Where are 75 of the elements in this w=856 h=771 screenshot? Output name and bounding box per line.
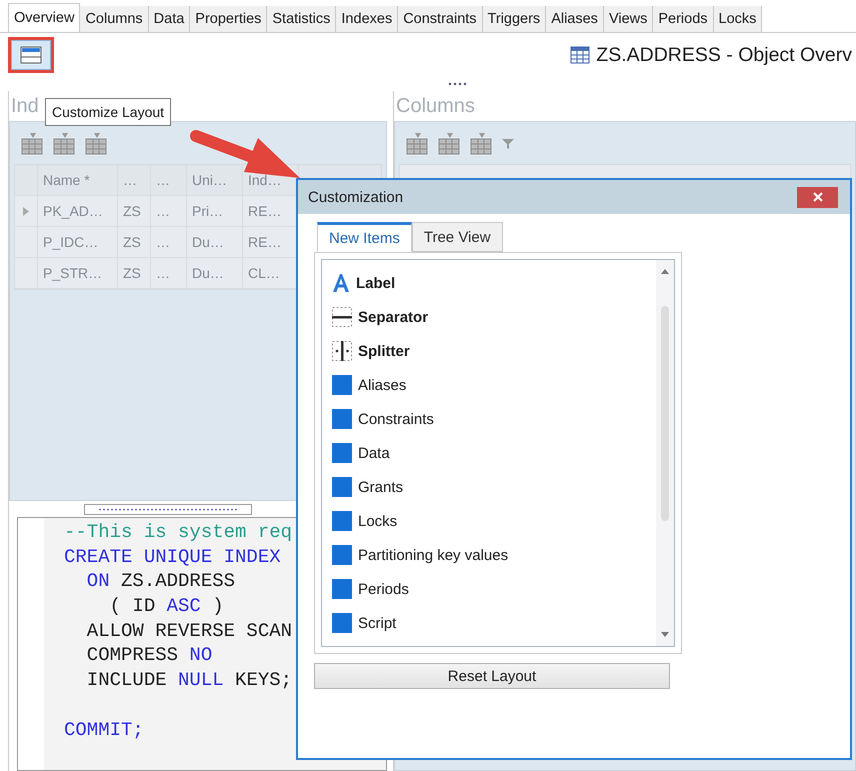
table-cell: … bbox=[151, 227, 187, 257]
scroll-down-icon[interactable] bbox=[660, 632, 670, 638]
table-icon[interactable] bbox=[20, 132, 44, 156]
tab[interactable]: Properties bbox=[190, 6, 268, 32]
tab[interactable]: Periods bbox=[653, 6, 714, 32]
code-line: COMPRESS NO bbox=[86, 644, 212, 666]
code-line: CREATE UNIQUE INDEX bbox=[64, 546, 281, 568]
list-item[interactable]: Aliases bbox=[358, 376, 406, 394]
letter-icon bbox=[332, 273, 350, 293]
table-cell: ZS bbox=[118, 227, 151, 257]
table-icon[interactable] bbox=[84, 132, 108, 156]
table-cell: Du… bbox=[187, 227, 243, 257]
item-icon bbox=[332, 375, 352, 395]
tab[interactable]: Tree View bbox=[412, 222, 503, 252]
table-icon[interactable] bbox=[405, 132, 429, 156]
table-icon[interactable] bbox=[52, 132, 76, 156]
scrollbar-thumb[interactable] bbox=[661, 306, 669, 520]
tab[interactable]: Columns bbox=[80, 6, 149, 32]
table-cell: PK_AD… bbox=[38, 196, 118, 226]
item-icon bbox=[332, 477, 352, 497]
table-cell: Pri… bbox=[187, 196, 243, 226]
list-item[interactable]: Data bbox=[358, 444, 390, 462]
list-item[interactable]: Constraints bbox=[358, 410, 434, 428]
window-title: ZS.ADDRESS - Object Overv bbox=[596, 44, 852, 66]
layout-icon bbox=[20, 46, 42, 64]
close-button[interactable] bbox=[797, 186, 838, 208]
splitter-handle[interactable] bbox=[84, 504, 252, 514]
filter-icon[interactable] bbox=[501, 137, 515, 151]
scroll-up-icon[interactable] bbox=[660, 268, 670, 274]
item-icon bbox=[332, 613, 352, 633]
scrollbar[interactable] bbox=[656, 260, 674, 646]
tab[interactable]: Indexes bbox=[336, 6, 398, 32]
reset-layout-button[interactable]: Reset Layout bbox=[314, 663, 670, 689]
code-line: --This is system req bbox=[64, 521, 292, 543]
tab[interactable]: Constraints bbox=[398, 6, 483, 32]
tab[interactable]: Data bbox=[148, 6, 190, 32]
code-line: INCLUDE NULL KEYS; bbox=[86, 669, 292, 692]
dialog-title: Customization bbox=[308, 188, 404, 206]
table-icon[interactable] bbox=[469, 132, 493, 156]
item-icon bbox=[332, 511, 352, 531]
item-icon bbox=[332, 545, 352, 565]
tab[interactable]: Views bbox=[604, 6, 654, 32]
list-item[interactable]: Splitter bbox=[358, 342, 410, 360]
list-item[interactable]: Grants bbox=[358, 478, 404, 496]
tab[interactable]: New Items bbox=[317, 222, 412, 252]
code-line: ( ID ASC ) bbox=[108, 595, 224, 618]
table-cell: ZS bbox=[118, 196, 151, 226]
table-icon bbox=[570, 46, 590, 64]
code-line: COMMIT; bbox=[64, 718, 144, 740]
tab[interactable]: Aliases bbox=[546, 6, 604, 32]
table-cell: P_STR… bbox=[38, 258, 118, 288]
table-cell: ZS bbox=[118, 258, 151, 288]
splitter-icon bbox=[332, 341, 352, 361]
close-icon bbox=[812, 191, 824, 203]
tab[interactable]: Overview bbox=[8, 3, 80, 32]
tab[interactable]: Locks bbox=[714, 6, 762, 32]
table-cell: P_IDC… bbox=[38, 227, 118, 257]
table-cell: Du… bbox=[187, 258, 243, 288]
tab[interactable]: Statistics bbox=[267, 6, 336, 32]
item-icon bbox=[332, 443, 352, 463]
splitter-grip-icon bbox=[447, 82, 469, 86]
tab[interactable]: Triggers bbox=[482, 6, 546, 32]
separator-icon bbox=[332, 307, 352, 327]
item-icon bbox=[332, 409, 352, 429]
list-item[interactable]: Label bbox=[356, 274, 396, 292]
code-line: ON ZS.ADDRESS bbox=[86, 570, 236, 592]
tooltip: Customize Layout bbox=[45, 98, 172, 126]
panel-title: Columns bbox=[395, 94, 475, 118]
table-cell: … bbox=[151, 196, 187, 226]
item-icon bbox=[332, 579, 352, 599]
code-line: ALLOW REVERSE SCAN bbox=[86, 620, 292, 642]
list-item[interactable]: Separator bbox=[358, 308, 428, 326]
panel-title: Ind bbox=[10, 94, 39, 118]
table-cell: … bbox=[151, 258, 187, 288]
table-icon[interactable] bbox=[437, 132, 461, 156]
